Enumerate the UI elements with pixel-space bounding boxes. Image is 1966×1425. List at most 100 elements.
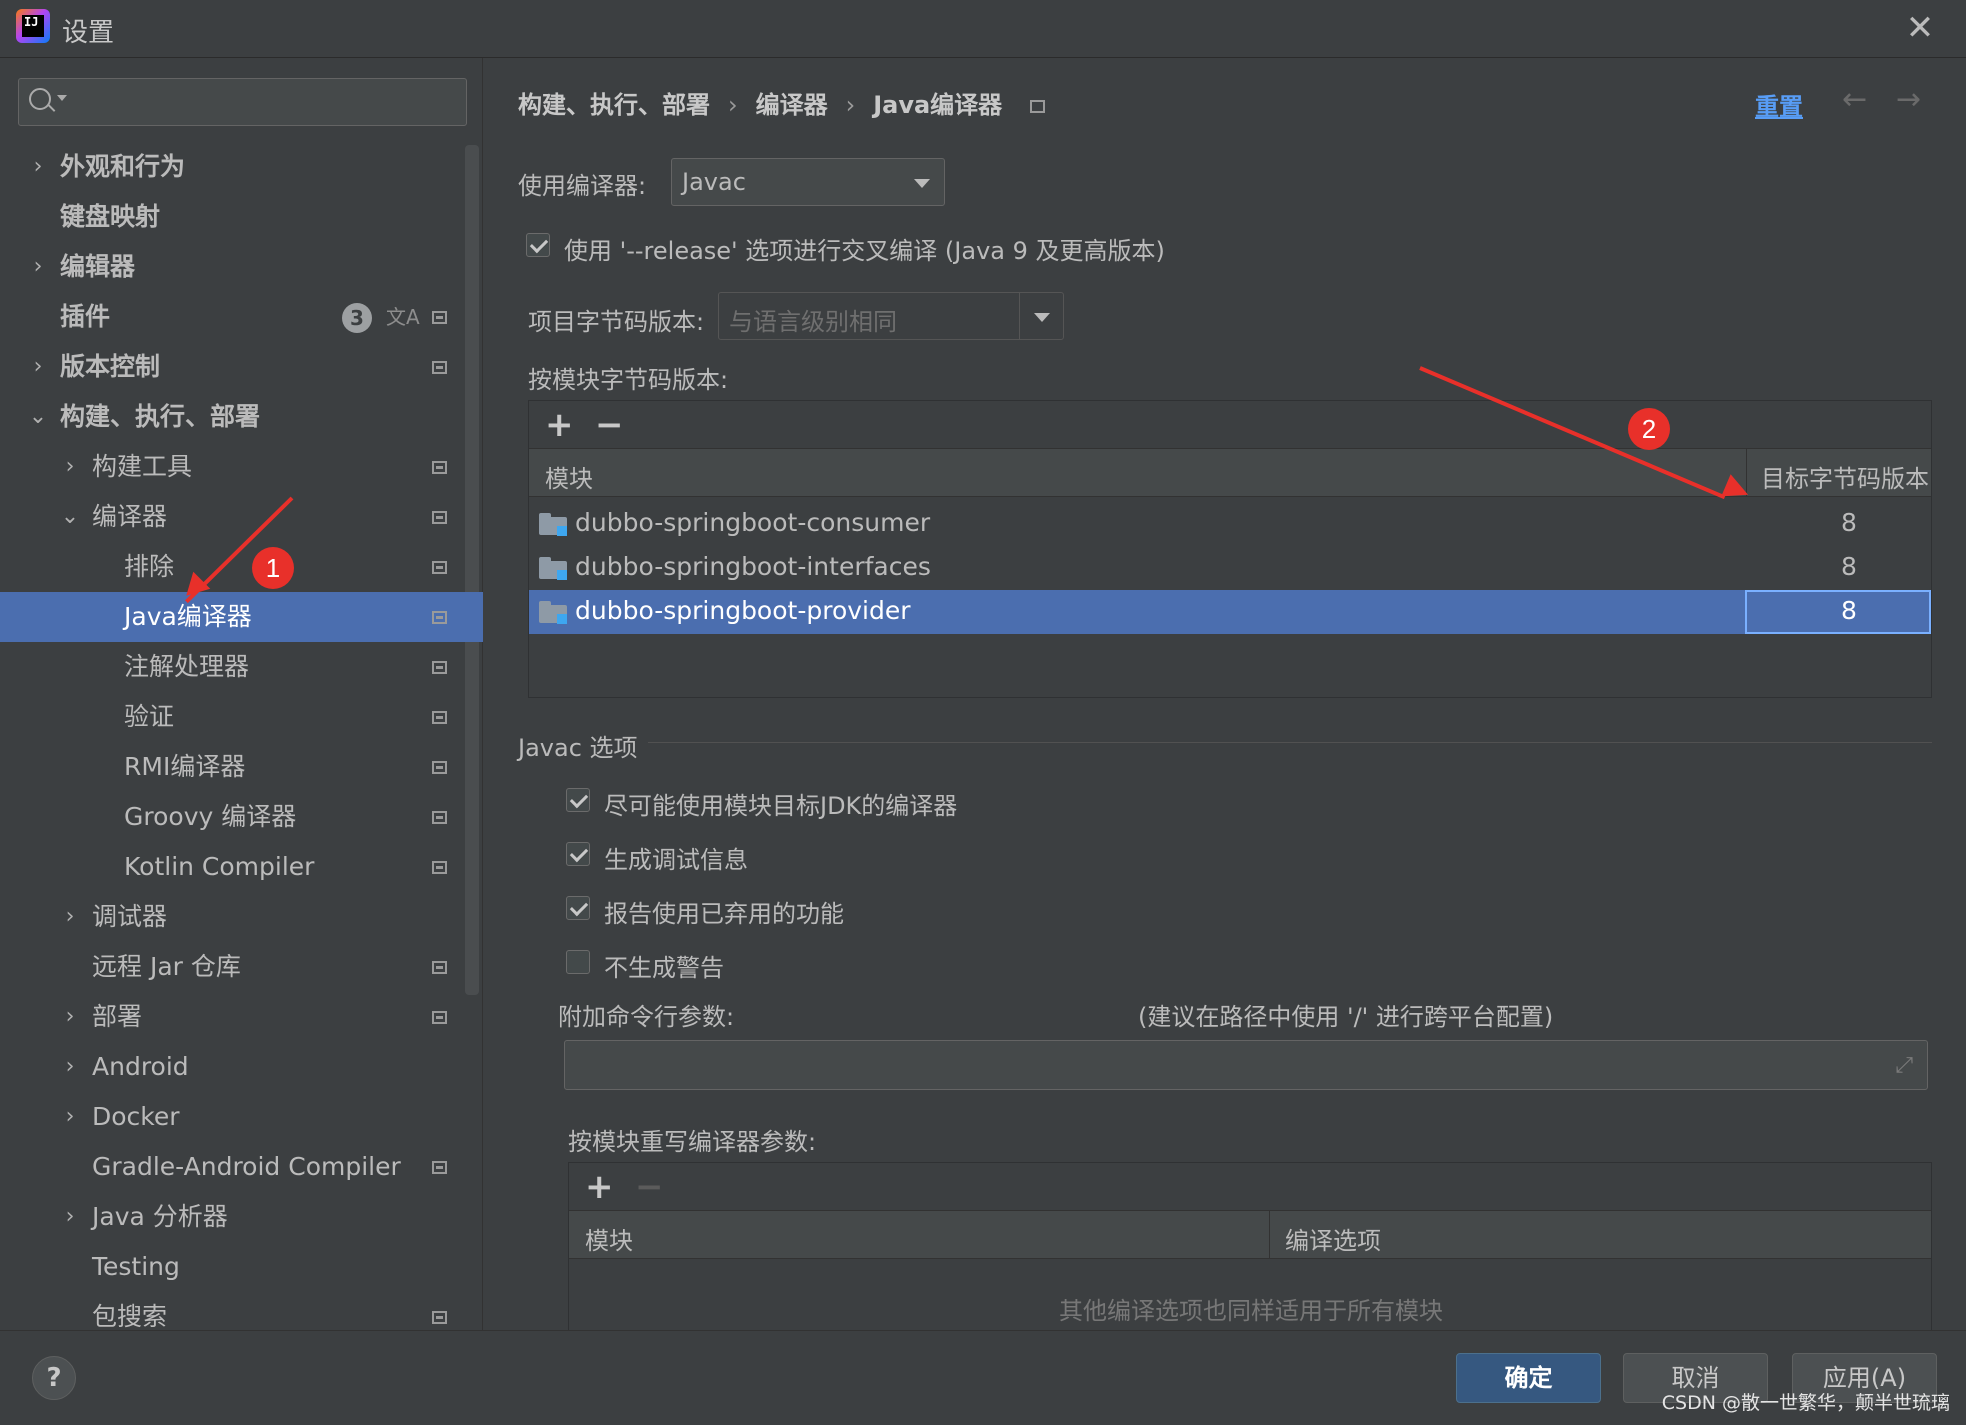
javac-option-checkbox[interactable] bbox=[566, 842, 590, 866]
sidebar-item-label: 排除 bbox=[124, 552, 175, 581]
sidebar-item[interactable]: ⌄ 构建、执行、部署 bbox=[0, 392, 483, 442]
sidebar-item[interactable]: Gradle-Android Compiler bbox=[0, 1142, 483, 1192]
reset-link[interactable]: 重置 bbox=[1755, 87, 1803, 122]
sidebar-item[interactable]: 验证 bbox=[0, 692, 483, 742]
sidebar-item[interactable]: 远程 Jar 仓库 bbox=[0, 942, 483, 992]
compiler-select[interactable]: Javac bbox=[671, 158, 945, 206]
select-divider bbox=[1019, 293, 1020, 339]
sidebar-item[interactable]: › Java 分析器 bbox=[0, 1192, 483, 1242]
compiler-select-value: Javac bbox=[682, 168, 746, 196]
chevron-right-icon[interactable]: › bbox=[28, 342, 48, 392]
chevron-down-icon[interactable]: ⌄ bbox=[60, 492, 80, 542]
sidebar-item-label: Kotlin Compiler bbox=[124, 852, 315, 881]
sidebar-item-label: 版本控制 bbox=[60, 352, 161, 381]
sidebar-item[interactable]: › 构建工具 bbox=[0, 442, 483, 492]
chevron-right-icon[interactable]: › bbox=[60, 1042, 80, 1092]
project-bytecode-value: 与语言级别相同 bbox=[729, 308, 897, 336]
javac-option-checkbox[interactable] bbox=[566, 896, 590, 920]
search-icon bbox=[29, 88, 51, 110]
project-settings-icon bbox=[432, 861, 447, 874]
sidebar-item[interactable]: Java编译器 bbox=[0, 592, 483, 642]
javac-option-checkbox[interactable] bbox=[566, 950, 590, 974]
breadcrumb-item[interactable]: 构建、执行、部署 bbox=[518, 85, 710, 120]
table-toolbar: + − bbox=[529, 401, 1931, 449]
javac-option-label: 生成调试信息 bbox=[604, 846, 748, 874]
translate-icon: 文A bbox=[386, 305, 420, 329]
project-settings-icon bbox=[432, 1311, 447, 1324]
sidebar-item[interactable]: › 编辑器 bbox=[0, 242, 483, 292]
column-divider[interactable] bbox=[1269, 1211, 1270, 1259]
column-header-target-bytecode[interactable]: 目标字节码版本 bbox=[1761, 459, 1929, 494]
project-bytecode-select[interactable]: 与语言级别相同 bbox=[718, 292, 1064, 340]
sidebar-item[interactable]: › Android bbox=[0, 1042, 483, 1092]
sidebar-item[interactable]: 键盘映射 bbox=[0, 192, 483, 242]
sidebar-item-label: Gradle-Android Compiler bbox=[92, 1152, 401, 1181]
sidebar-item[interactable]: Kotlin Compiler bbox=[0, 842, 483, 892]
javac-option-label: 报告使用已弃用的功能 bbox=[604, 900, 844, 928]
column-header-compile-options[interactable]: 编译选项 bbox=[1285, 1221, 1381, 1256]
annotation-marker-2: 2 bbox=[1628, 408, 1670, 450]
chevron-right-icon[interactable]: › bbox=[60, 892, 80, 942]
sidebar-item-label: 部署 bbox=[92, 1002, 143, 1031]
table-row[interactable]: dubbo-springboot-provider 8 bbox=[529, 590, 1931, 634]
javac-option-checkbox[interactable] bbox=[566, 788, 590, 812]
module-folder-icon bbox=[539, 557, 567, 580]
sidebar-item[interactable]: › 外观和行为 bbox=[0, 142, 483, 192]
sidebar-item[interactable]: › 部署 bbox=[0, 992, 483, 1042]
settings-search-input[interactable] bbox=[18, 78, 467, 126]
watermark: CSDN @散一世繁华，颠半世琉璃 bbox=[1661, 1392, 1950, 1414]
chevron-right-icon[interactable]: › bbox=[60, 442, 80, 492]
chevron-right-icon[interactable]: › bbox=[28, 142, 48, 192]
sidebar-item[interactable]: RMI编译器 bbox=[0, 742, 483, 792]
annotation-marker-1: 1 bbox=[252, 547, 294, 589]
table-header: 模块 编译选项 bbox=[569, 1211, 1931, 1259]
add-icon[interactable]: + bbox=[585, 1167, 614, 1207]
help-button[interactable]: ? bbox=[32, 1356, 76, 1400]
project-settings-icon bbox=[432, 311, 447, 324]
chevron-down-icon[interactable]: ⌄ bbox=[28, 392, 48, 442]
sidebar-item[interactable]: 插件 3 文A bbox=[0, 292, 483, 342]
target-bytecode-value[interactable]: 8 bbox=[1775, 508, 1923, 537]
sidebar-item[interactable]: 注解处理器 bbox=[0, 642, 483, 692]
close-icon[interactable]: ✕ bbox=[1900, 10, 1940, 50]
project-settings-icon bbox=[432, 511, 447, 524]
sidebar-item[interactable]: Testing bbox=[0, 1242, 483, 1292]
sidebar-item-label: RMI编译器 bbox=[124, 752, 246, 781]
chevron-right-icon[interactable]: › bbox=[60, 992, 80, 1042]
sidebar-item[interactable]: › 版本控制 bbox=[0, 342, 483, 392]
table-toolbar: + − bbox=[569, 1163, 1931, 1211]
sidebar-item-label: 外观和行为 bbox=[60, 152, 186, 181]
ok-button[interactable]: 确定 bbox=[1456, 1353, 1601, 1403]
forward-arrow-icon[interactable]: → bbox=[1896, 82, 1921, 117]
remove-icon[interactable]: − bbox=[595, 405, 624, 445]
table-row[interactable]: dubbo-springboot-interfaces 8 bbox=[529, 546, 1931, 590]
project-settings-icon bbox=[432, 811, 447, 824]
breadcrumb-item: Java编译器 bbox=[873, 91, 1003, 119]
chevron-down-icon[interactable] bbox=[57, 95, 67, 101]
sidebar-item-label: 插件 bbox=[60, 302, 111, 331]
breadcrumb-item[interactable]: 编译器 bbox=[756, 85, 828, 120]
sidebar-item-label: 编辑器 bbox=[60, 252, 136, 281]
target-bytecode-value[interactable]: 8 bbox=[1775, 552, 1923, 581]
breadcrumb-separator-icon: › bbox=[845, 91, 856, 119]
sidebar-item[interactable]: ⌄ 编译器 bbox=[0, 492, 483, 542]
chevron-right-icon[interactable]: › bbox=[60, 1192, 80, 1242]
sidebar-item-label: 验证 bbox=[124, 702, 175, 731]
sidebar-item[interactable]: › Docker bbox=[0, 1092, 483, 1142]
chevron-right-icon[interactable]: › bbox=[28, 242, 48, 292]
add-icon[interactable]: + bbox=[545, 405, 574, 445]
back-arrow-icon[interactable]: ← bbox=[1842, 82, 1867, 117]
sidebar-item[interactable]: › 调试器 bbox=[0, 892, 483, 942]
sidebar-item-label: 构建、执行、部署 bbox=[60, 402, 261, 431]
column-header-module[interactable]: 模块 bbox=[545, 459, 593, 494]
chevron-right-icon[interactable]: › bbox=[60, 1092, 80, 1142]
sidebar-item[interactable]: Groovy 编译器 bbox=[0, 792, 483, 842]
expand-icon[interactable]: ⤢ bbox=[1895, 1053, 1913, 1078]
sidebar-item-label: 远程 Jar 仓库 bbox=[92, 952, 241, 981]
release-option-checkbox[interactable] bbox=[526, 233, 550, 257]
project-settings-icon bbox=[432, 361, 447, 374]
extra-args-input[interactable]: ⤢ bbox=[564, 1040, 1928, 1090]
table-row[interactable]: dubbo-springboot-consumer 8 bbox=[529, 502, 1931, 546]
use-compiler-label: 使用编译器: bbox=[518, 172, 647, 200]
column-header-module[interactable]: 模块 bbox=[585, 1221, 633, 1256]
